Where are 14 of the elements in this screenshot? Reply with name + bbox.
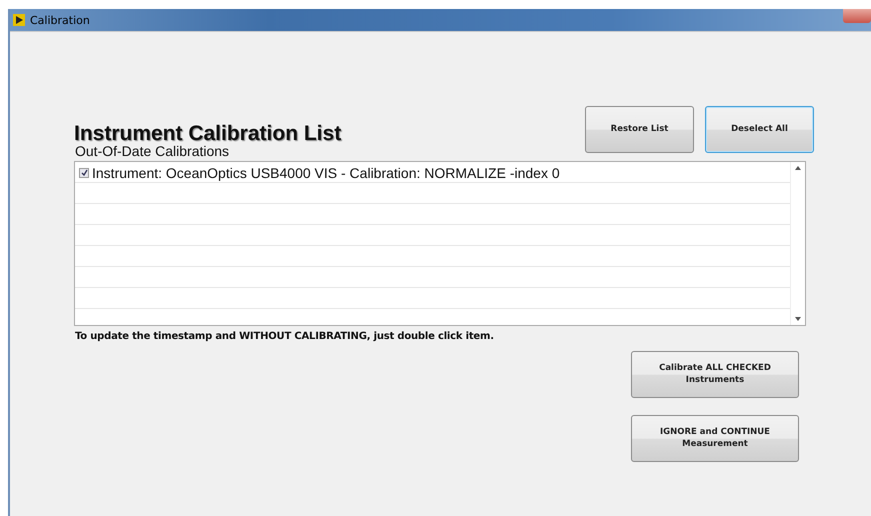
- calibrate-button[interactable]: Calibrate ALL CHECKED Instruments: [631, 351, 799, 398]
- page-heading: Instrument Calibration List: [74, 122, 342, 146]
- instruction-text: To update the timestamp and WITHOUT CALIBRATING, just double click item.: [75, 331, 495, 342]
- deselect-all-button[interactable]: Deselect All: [705, 106, 814, 153]
- calibration-list[interactable]: Instrument: OceanOptics USB4000 VIS - Calibration: NORMALIZE -index 0: [74, 161, 806, 326]
- window-title: Calibration: [30, 14, 90, 26]
- scroll-down-icon[interactable]: [795, 317, 801, 321]
- app-icon: [13, 14, 25, 26]
- ignore-continue-button[interactable]: IGNORE and CONTINUE Measurement: [631, 415, 799, 462]
- list-label: Out-Of-Date Calibrations: [75, 143, 230, 159]
- restore-list-button[interactable]: Restore List: [585, 106, 694, 153]
- list-item[interactable]: Instrument: OceanOptics USB4000 VIS - Calibration: NORMALIZE -index 0: [92, 164, 560, 180]
- scroll-up-icon[interactable]: [795, 166, 801, 170]
- checkbox[interactable]: [79, 168, 89, 178]
